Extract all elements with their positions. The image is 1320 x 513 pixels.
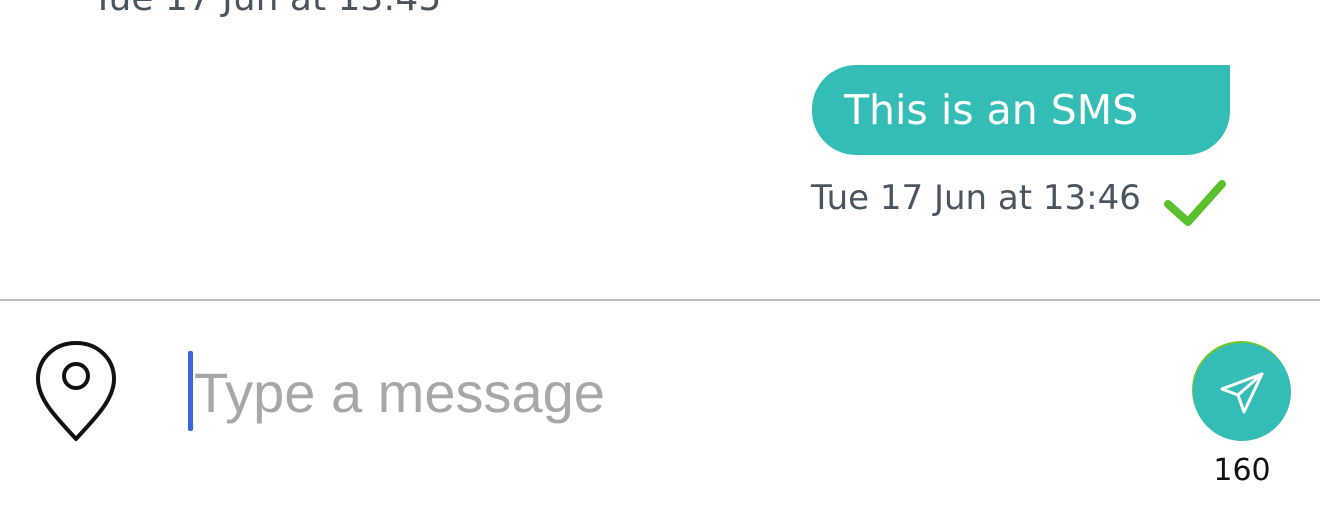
message-timestamp: Tue 17 Jun at 13:46: [811, 178, 1141, 218]
map-pin-icon[interactable]: [34, 339, 118, 443]
message-input-wrapper[interactable]: [186, 347, 1146, 437]
text-caret: [188, 351, 193, 431]
send-button[interactable]: [1193, 343, 1291, 441]
checkmark-icon: [1162, 178, 1228, 230]
message-list: Tue 17 Jun at 13:45 This is an SMS Tue 1…: [0, 0, 1320, 300]
message-input[interactable]: [194, 347, 1134, 437]
outgoing-message-bubble[interactable]: This is an SMS: [812, 65, 1230, 155]
previous-message-timestamp: Tue 17 Jun at 13:45: [92, 0, 441, 19]
character-counter: 160: [1213, 453, 1271, 488]
paper-plane-icon: [1220, 372, 1264, 414]
message-composer: 160: [0, 301, 1320, 513]
